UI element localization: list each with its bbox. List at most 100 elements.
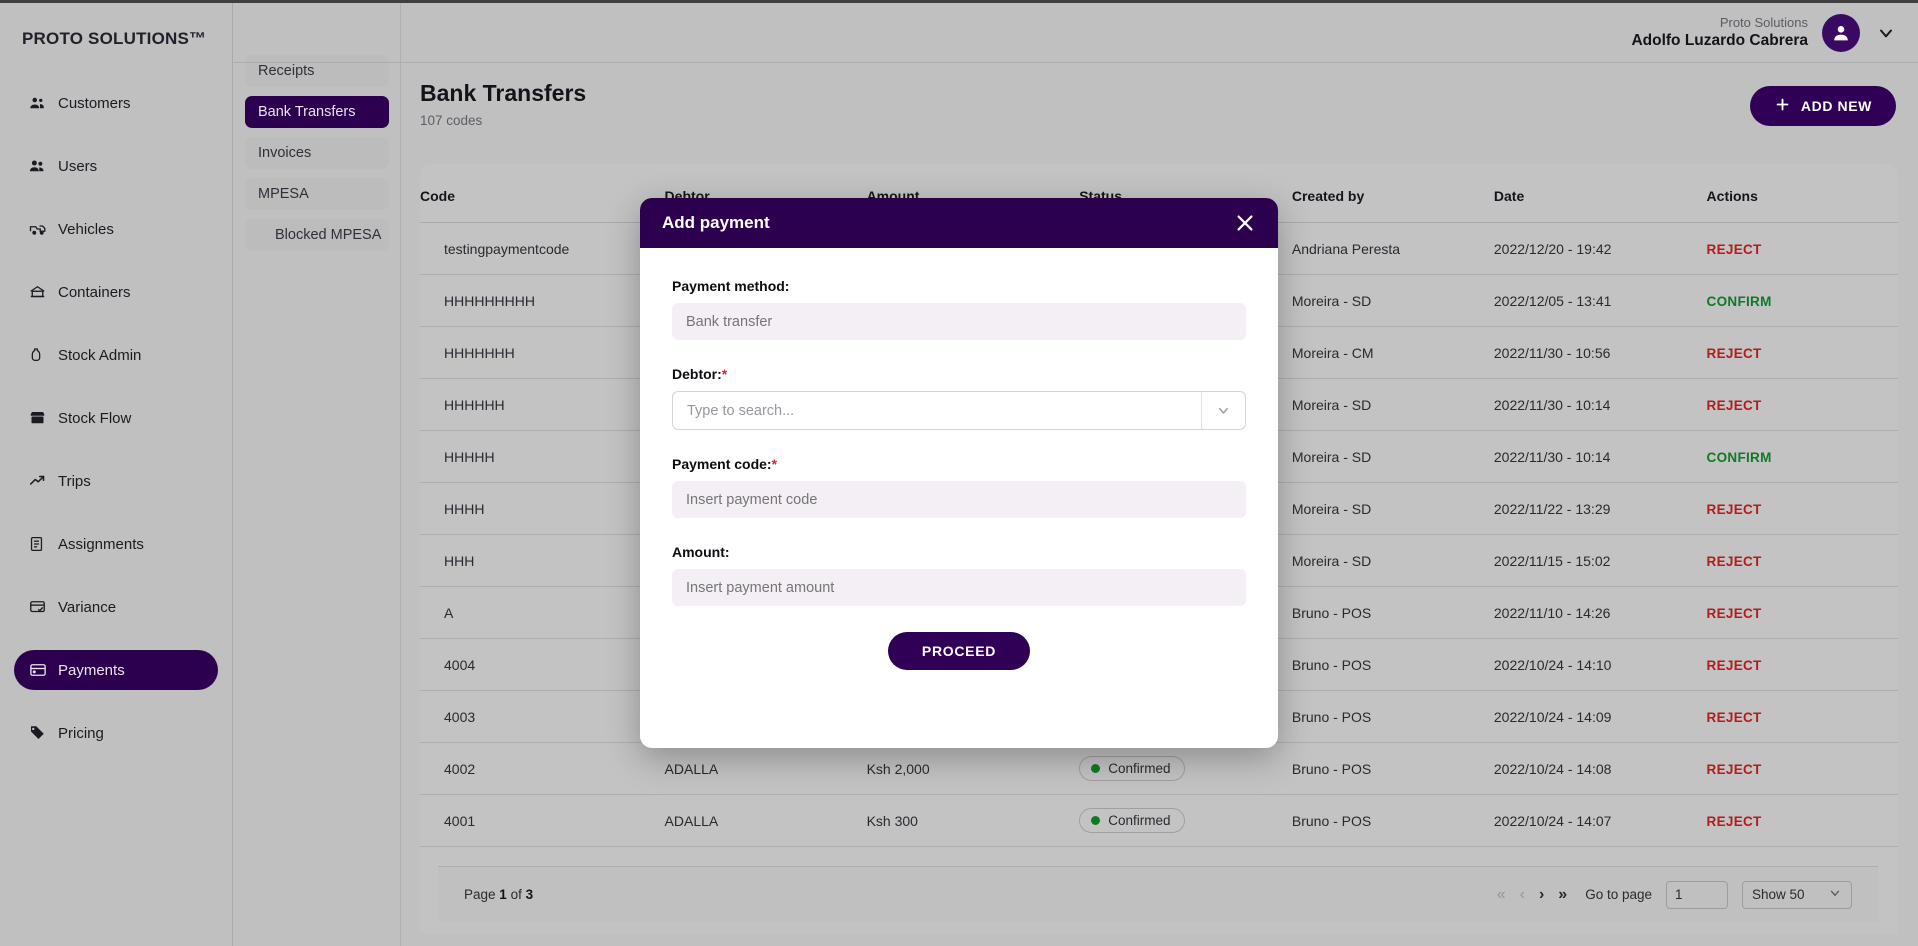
action-reject-button[interactable]: REJECT [1707,554,1762,569]
cell-date: 2022/11/22 - 13:29 [1493,482,1707,535]
debtor-label: Debtor:* [672,366,1246,382]
debtor-value: ADALLA [664,760,719,777]
debtor-select[interactable]: Type to search... [672,391,1246,430]
proceed-button[interactable]: PROCEED [888,632,1030,670]
table-row[interactable]: 4001 ADALLA Ksh 300 Confirmed Bruno - POS 202… [420,794,1898,847]
trips-icon [28,472,54,490]
cell-actions: REJECT [1706,742,1898,795]
cell-actions: REJECT [1706,222,1898,275]
cell-code: HHH [420,534,665,587]
column-header-date: Date [1493,164,1707,223]
action-reject-button[interactable]: REJECT [1707,710,1762,725]
user-menu-chevron-down-icon[interactable] [1876,23,1896,43]
first-page-button[interactable]: « [1497,886,1506,904]
last-page-button[interactable]: » [1558,886,1567,904]
sidebar-item-label: Pricing [58,724,104,742]
add-new-button[interactable]: ADD NEW [1749,86,1896,126]
cell-amount: Ksh 2,000 [866,742,1080,795]
vehicle-icon [28,220,54,238]
code-value: HHHHHH [444,396,505,413]
action-confirm-button[interactable]: CONFIRM [1707,450,1772,465]
subnav-item-bank-transfers[interactable]: Bank Transfers [245,96,389,128]
subnav-item-mpesa[interactable]: MPESA [245,178,389,210]
date-value: 2022/10/24 - 14:09 [1493,708,1612,725]
cell-date: 2022/10/24 - 14:07 [1493,794,1707,847]
page-current: 1 [499,887,507,902]
cell-created-by: Moreira - SD [1291,482,1494,535]
sidebar-nav: Customers Users Vehicles Containers Stock Ad… [0,83,232,753]
secondary-nav: Receipts Bank Transfers Invoices MPESA Block… [234,3,401,946]
table-row[interactable]: 4002 ADALLA Ksh 2,000 Confirmed Bruno - POS 2… [420,742,1898,795]
created-by-value: Bruno - POS [1291,604,1372,621]
chevron-down-icon[interactable] [1201,392,1245,429]
code-value: HHHHHHH [444,344,515,361]
debtor-label-text: Debtor: [672,366,722,382]
code-value: 4001 [444,812,476,829]
cell-amount: Ksh 300 [866,794,1080,847]
cell-actions: REJECT [1706,534,1898,587]
sidebar-item-assignments[interactable]: Assignments [14,524,218,564]
sidebar-item-users[interactable]: Users [14,146,218,186]
sidebar-item-label: Variance [58,598,117,616]
code-value: HHHHH [444,448,495,465]
page-indicator: Page 1 of 3 [464,887,533,902]
action-reject-button[interactable]: REJECT [1707,398,1762,413]
subnav-item-blocked-mpesa[interactable]: Blocked MPESA [245,219,389,251]
sidebar-item-stock-admin[interactable]: Stock Admin [14,335,218,375]
subnav-item-label: Bank Transfers [258,104,356,120]
cell-date: 2022/10/24 - 14:08 [1493,742,1707,795]
payment-method-input[interactable] [672,303,1246,340]
sidebar-item-label: Customers [58,94,131,112]
sidebar-item-payments[interactable]: Payments [14,650,218,690]
action-reject-button[interactable]: REJECT [1707,762,1762,777]
debtor-placeholder: Type to search... [687,402,795,419]
action-reject-button[interactable]: REJECT [1707,658,1762,673]
code-value: 4004 [444,656,476,673]
sidebar-item-label: Stock Admin [58,346,142,364]
previous-page-button[interactable]: ‹ [1520,886,1525,904]
action-reject-button[interactable]: REJECT [1707,502,1762,517]
cell-date: 2022/11/15 - 15:02 [1493,534,1707,587]
debtor-field: Debtor:* Type to search... [672,366,1246,430]
column-header-label: Actions [1706,188,1758,204]
sidebar-item-stock-flow[interactable]: Stock Flow [14,398,218,438]
sidebar-item-vehicles[interactable]: Vehicles [14,209,218,249]
sidebar-item-variance[interactable]: Variance [14,587,218,627]
date-value: 2022/12/05 - 13:41 [1493,292,1612,309]
cell-date: 2022/10/24 - 14:09 [1493,690,1707,743]
stock-flow-icon [28,409,54,427]
action-confirm-button[interactable]: CONFIRM [1707,294,1772,309]
modal-footer: PROCEED [672,632,1246,670]
amount-label-text: Amount: [672,544,730,560]
column-header-code: Code [420,164,665,223]
amount-input[interactable] [672,569,1246,606]
cell-code: A [420,586,665,639]
org-name: Proto Solutions [1719,14,1808,30]
page-header: Bank Transfers 107 codes ADD NEW [402,64,1918,128]
subnav-item-invoices[interactable]: Invoices [245,137,389,169]
status-dot-icon [1091,764,1101,773]
add-payment-modal: Add payment Payment method: Debtor:* Typ… [640,198,1278,748]
user-avatar-icon[interactable] [1822,13,1860,52]
sidebar-item-label: Assignments [58,535,144,553]
page-size-select[interactable]: Show 50 [1742,880,1852,909]
goto-page-input[interactable] [1666,880,1728,909]
required-asterisk: * [771,456,778,472]
action-reject-button[interactable]: REJECT [1707,814,1762,829]
sidebar-item-containers[interactable]: Containers [14,272,218,312]
cell-date: 2022/11/10 - 14:26 [1493,586,1707,639]
action-reject-button[interactable]: REJECT [1707,242,1762,257]
cell-created-by: Moreira - SD [1291,274,1494,327]
sidebar-item-pricing[interactable]: Pricing [14,713,218,753]
status-label: Confirmed [1108,761,1171,776]
code-value: A [444,604,454,621]
next-page-button[interactable]: › [1539,886,1544,904]
action-reject-button[interactable]: REJECT [1707,346,1762,361]
subnav-item-label: Receipts [258,63,315,79]
sidebar-item-trips[interactable]: Trips [14,461,218,501]
close-icon[interactable] [1234,212,1256,234]
sidebar-item-customers[interactable]: Customers [14,83,218,123]
action-reject-button[interactable]: REJECT [1707,606,1762,621]
code-value: HHH [444,552,475,569]
payment-code-input[interactable] [672,481,1246,518]
